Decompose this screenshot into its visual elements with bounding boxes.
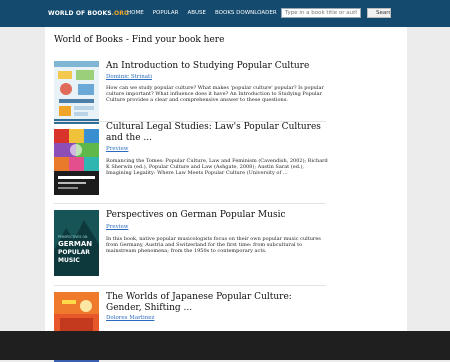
search-input[interactable] [281,8,361,18]
page-title: World of Books - Find your book here [54,35,225,45]
logo-text: WORLD OF BOOKS [48,10,112,17]
book-item: Cultural Legal Studies: Law's Popular Cu… [54,121,328,202]
cover-text-line-1: PERSPECTIVES ON [58,235,88,239]
site-logo[interactable]: WORLD OF BOOKS.ORG [48,10,129,17]
book-description: How can we study popular culture? What m… [106,85,324,103]
cover-text-line-3: POPULAR [58,249,90,256]
cover-text-line-4: MUSIC [58,257,80,264]
book-author-link[interactable]: Preview [106,224,128,230]
nav-books-downloader-link[interactable]: BOOKS DOWNLOADER [215,10,277,16]
bottom-bar [0,331,450,360]
book-cover-image[interactable] [54,61,99,124]
nav-abuse-link[interactable]: ABUSE [187,10,206,16]
book-item: PERSPECTIVES ON GERMAN POPULAR MUSIC Per… [54,203,326,284]
cover-text-line-2: GERMAN [58,240,92,248]
search-button[interactable]: Search [367,8,391,18]
book-title-link[interactable]: Cultural Legal Studies: Law's Popular Cu… [106,122,328,144]
book-author-link[interactable]: Preview [106,146,128,152]
main-nav: HOME POPULAR ABUSE BOOKS DOWNLOADER [127,10,277,16]
book-title-link[interactable]: The Worlds of Japanese Popular Culture: … [106,292,328,314]
book-item: An Introduction to Studying Popular Cult… [54,61,326,127]
top-navigation-bar: WORLD OF BOOKS.ORG HOME POPULAR ABUSE BO… [0,0,450,27]
book-author-link[interactable]: Dolores Martinez [106,315,154,321]
book-cover-image[interactable] [54,129,99,195]
book-title-link[interactable]: Perspectives on German Popular Music [106,210,328,221]
book-description: Romancing the Tomes: Popular Culture, La… [106,158,328,176]
book-description: In this book, native popular musicologis… [106,236,321,254]
main-content: World of Books - Find your book here An … [45,27,407,362]
nav-home-link[interactable]: HOME [127,10,144,16]
book-author-link[interactable]: Dominic Strinati [106,74,152,80]
nav-popular-link[interactable]: POPULAR [153,10,179,16]
book-cover-image[interactable]: PERSPECTIVES ON GERMAN POPULAR MUSIC [54,210,99,276]
book-title-link[interactable]: An Introduction to Studying Popular Cult… [106,61,328,72]
